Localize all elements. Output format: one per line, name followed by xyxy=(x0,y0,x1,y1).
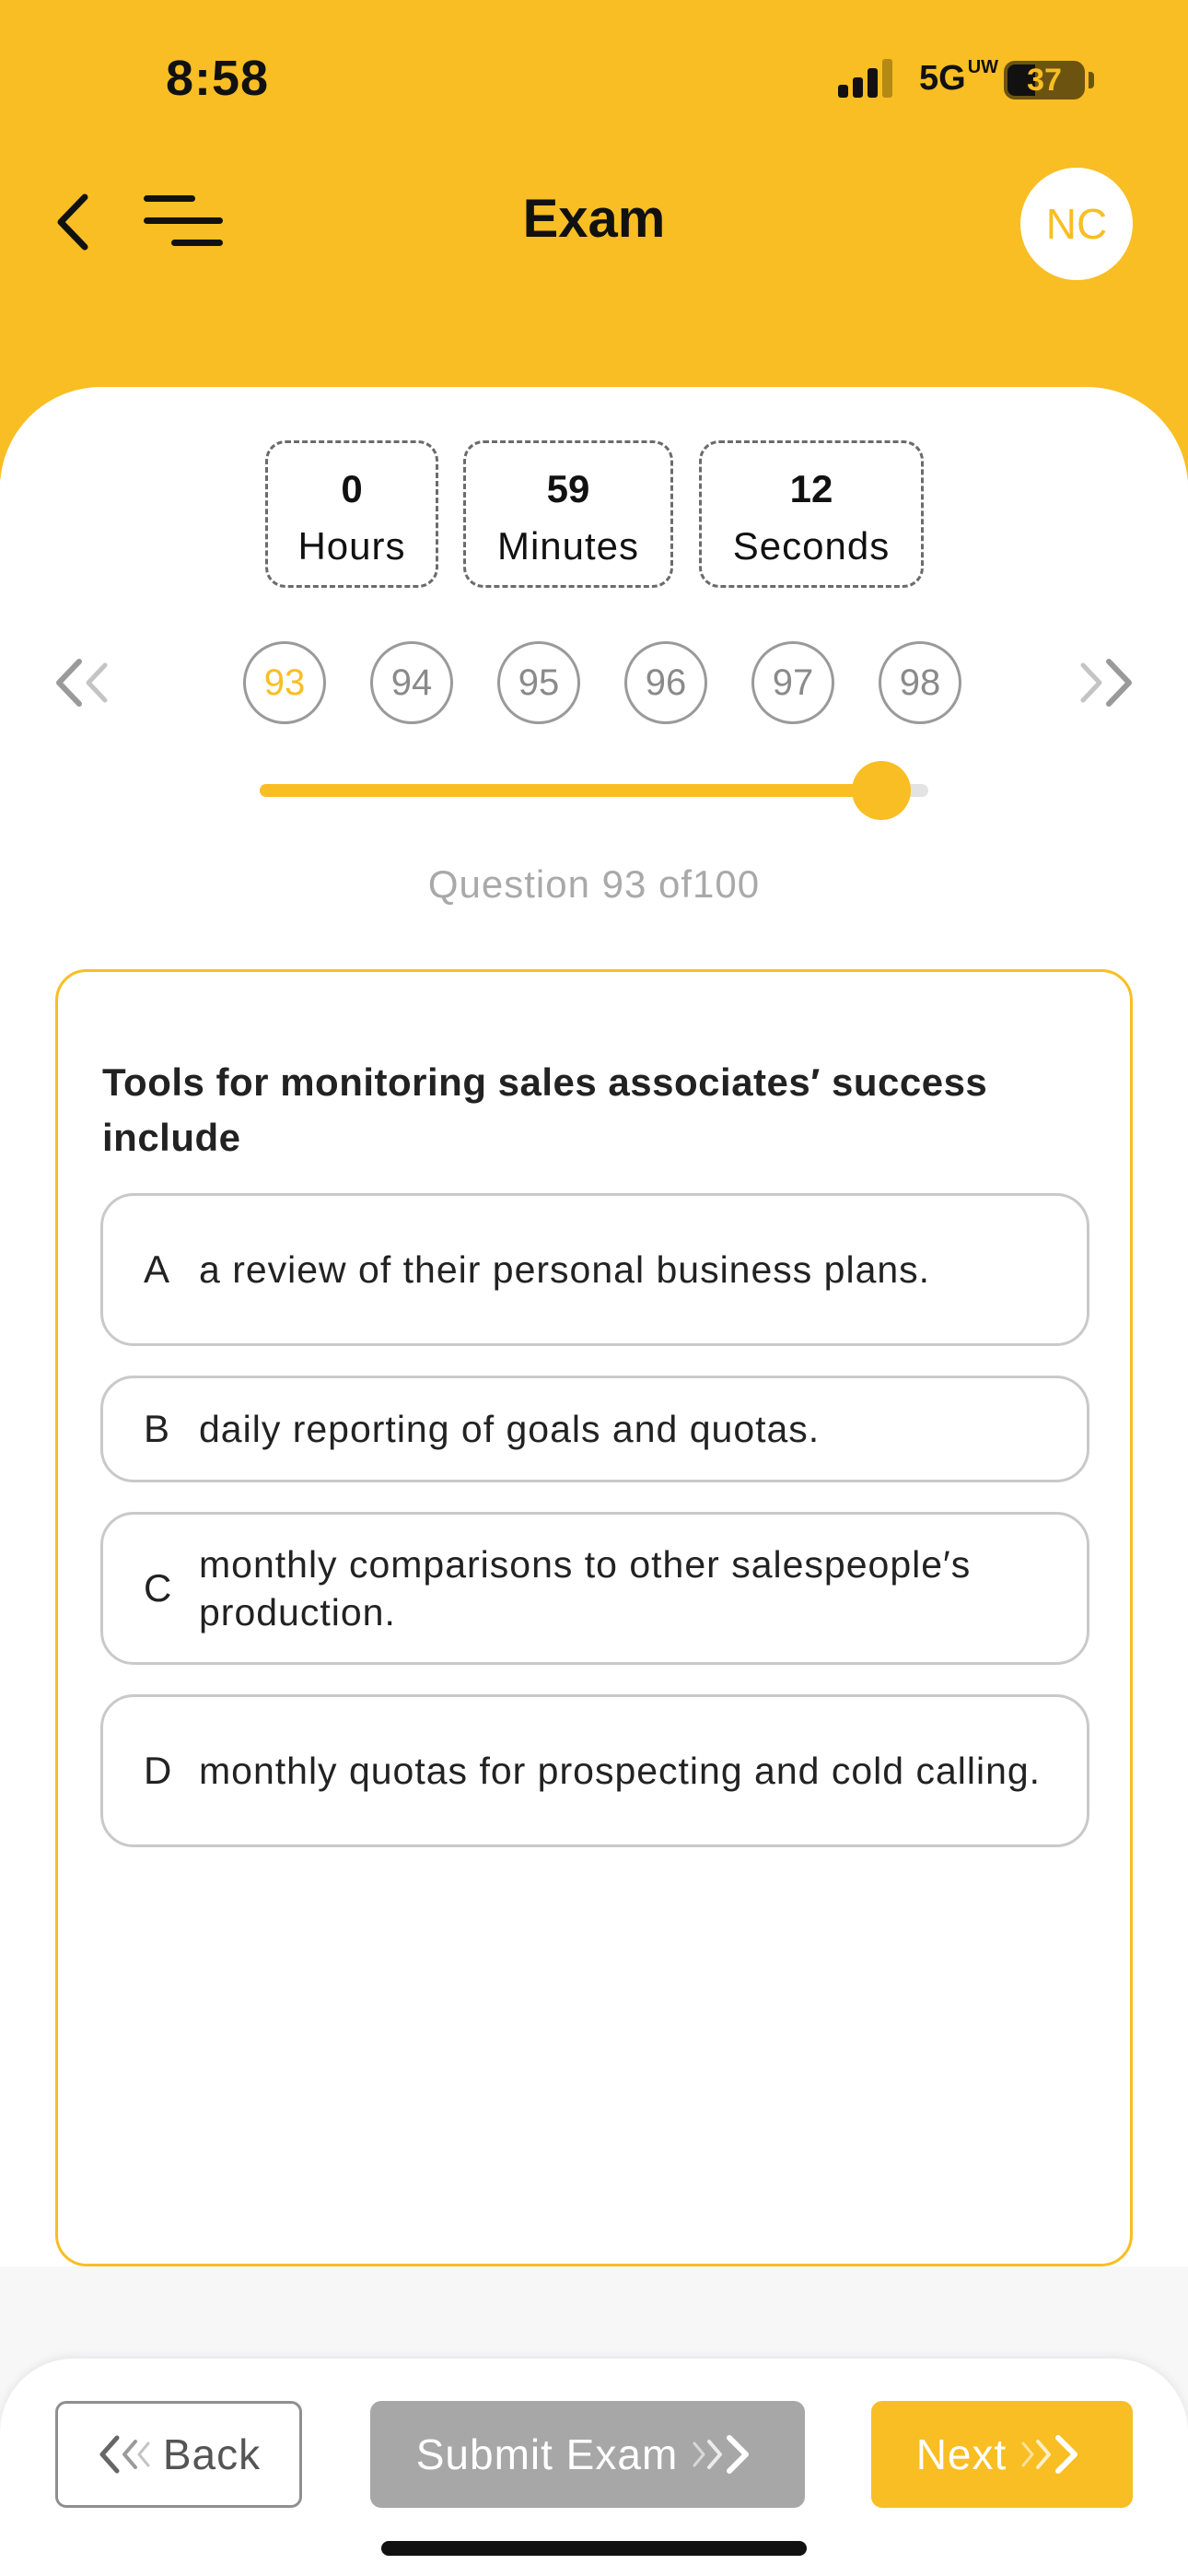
back-button[interactable]: Back xyxy=(55,2401,302,2508)
question-counter: Question 93 of100 xyxy=(427,862,761,906)
signal-icon xyxy=(838,59,895,98)
minutes-label: Minutes xyxy=(496,524,640,568)
progress-slider[interactable] xyxy=(260,761,928,820)
option-letter: B xyxy=(144,1407,170,1450)
slider-thumb[interactable] xyxy=(852,761,911,820)
page-title: Exam xyxy=(522,189,666,249)
next-button[interactable]: Next xyxy=(871,2401,1133,2508)
question-number-95[interactable]: 95 xyxy=(497,641,580,724)
battery-nub xyxy=(1089,72,1094,88)
hours-label: Hours xyxy=(297,524,406,568)
option-text: daily reporting of goals and quotas. xyxy=(199,1408,821,1450)
seconds-label: Seconds xyxy=(732,524,891,568)
status-time: 8:58 xyxy=(166,51,270,106)
option-b[interactable]: B daily reporting of goals and quotas. xyxy=(100,1376,1089,1482)
double-chevron-right-icon xyxy=(693,2435,750,2474)
back-button-label: Back xyxy=(162,2430,262,2478)
avatar[interactable]: NC xyxy=(1020,168,1133,280)
home-indicator xyxy=(381,2541,807,2556)
question-text: Tools for monitoring sales associates′ s… xyxy=(102,1060,988,1159)
double-chevron-right-icon[interactable] xyxy=(1072,650,1136,715)
timer-hours: 0 Hours xyxy=(265,440,438,588)
question-number-98[interactable]: 98 xyxy=(879,641,961,724)
submit-button-label: Submit Exam xyxy=(415,2430,679,2478)
question-card: Tools for monitoring sales associates′ s… xyxy=(55,969,1133,2266)
submit-exam-button[interactable]: Submit Exam xyxy=(370,2401,805,2508)
battery-icon: 37 xyxy=(1004,61,1085,100)
question-number-96[interactable]: 96 xyxy=(624,641,707,724)
hours-value: 0 xyxy=(341,467,363,510)
question-number-93[interactable]: 93 xyxy=(243,641,326,724)
option-c[interactable]: C monthly comparisons to other salespeop… xyxy=(100,1512,1089,1665)
option-letter: A xyxy=(144,1247,170,1291)
option-text: monthly comparisons to other salespeople… xyxy=(199,1543,972,1633)
timer-seconds: 12 Seconds xyxy=(699,440,924,588)
option-letter: D xyxy=(144,1749,172,1792)
progress-fill xyxy=(260,784,881,797)
option-a[interactable]: A a review of their personal business pl… xyxy=(100,1193,1089,1346)
double-chevron-left-icon[interactable] xyxy=(52,650,116,715)
double-chevron-left-icon xyxy=(99,2435,150,2474)
question-number-94[interactable]: 94 xyxy=(370,641,453,724)
network-indicator: 5G UW xyxy=(919,57,999,98)
timer-minutes: 59 Minutes xyxy=(463,440,673,588)
minutes-value: 59 xyxy=(546,467,590,510)
option-d[interactable]: D monthly quotas for prospecting and col… xyxy=(100,1694,1089,1847)
battery-level: 37 xyxy=(1027,63,1062,98)
next-button-label: Next xyxy=(915,2430,1007,2478)
question-number-97[interactable]: 97 xyxy=(751,641,834,724)
seconds-value: 12 xyxy=(789,467,833,510)
option-letter: C xyxy=(144,1566,172,1610)
double-chevron-right-icon xyxy=(1021,2435,1078,2474)
option-text: monthly quotas for prospecting and cold … xyxy=(199,1750,1042,1792)
option-text: a review of their personal business plan… xyxy=(199,1248,931,1291)
